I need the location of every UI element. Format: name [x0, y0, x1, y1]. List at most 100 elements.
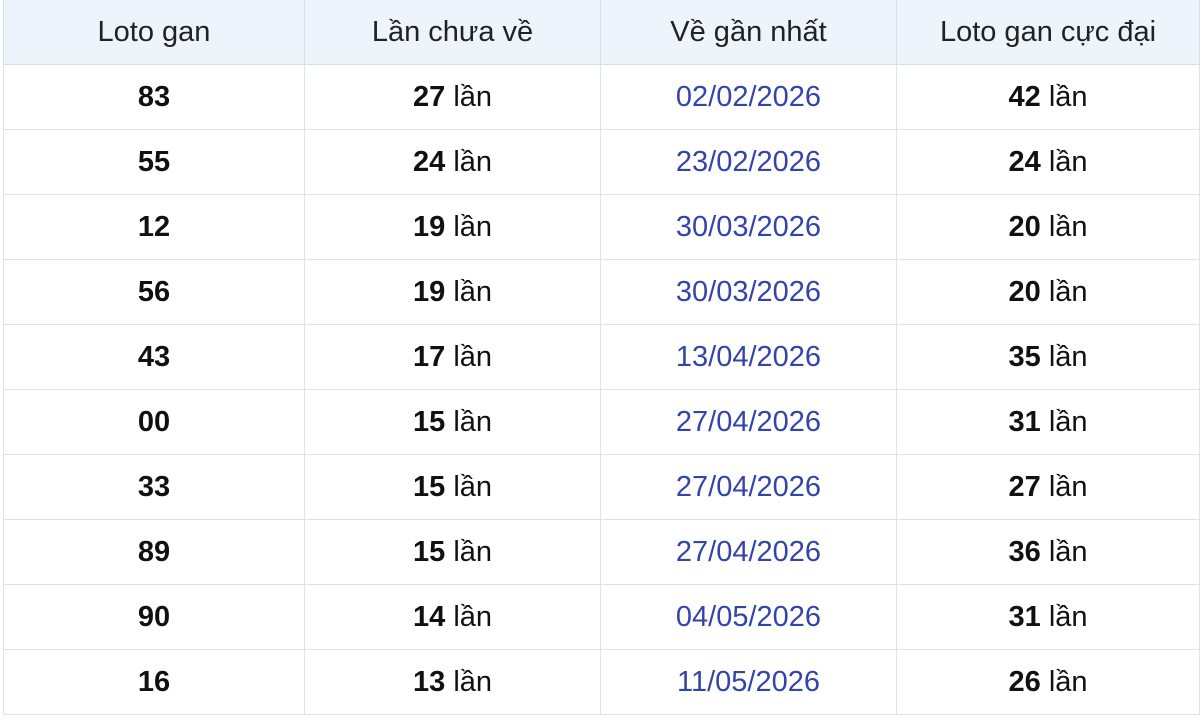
table-row: 00 15 lần 27/04/2026 31 lần: [3, 389, 1200, 455]
last-date-link[interactable]: 30/03/2026: [676, 211, 821, 243]
last-date-cell: 11/05/2026: [600, 649, 897, 715]
misses-count: 13: [412, 665, 446, 698]
last-date-cell: 04/05/2026: [600, 584, 897, 650]
last-date-link[interactable]: 02/02/2026: [676, 81, 821, 113]
last-date-link[interactable]: 27/04/2026: [676, 536, 821, 568]
misses-count: 27: [412, 80, 446, 113]
max-gap-unit: lần: [1048, 275, 1088, 308]
table-row: 43 17 lần 13/04/2026 35 lần: [3, 324, 1200, 390]
loto-number: 56: [137, 275, 171, 308]
misses-count: 19: [412, 275, 446, 308]
header-lan-chua-ve: Lần chưa về: [304, 0, 601, 65]
max-gap-cell: 42 lần: [896, 64, 1200, 130]
misses-unit: lần: [453, 600, 493, 633]
max-gap-cell: 31 lần: [896, 584, 1200, 650]
loto-number: 16: [137, 665, 171, 698]
misses-cell: 15 lần: [304, 389, 601, 455]
max-gap-count: 27: [1008, 470, 1041, 503]
last-date-link[interactable]: 27/04/2026: [676, 406, 821, 438]
max-gap-cell: 20 lần: [896, 259, 1200, 325]
header-loto-gan-cuc-dai: Loto gan cực đại: [896, 0, 1200, 65]
last-date-cell: 27/04/2026: [600, 389, 897, 455]
last-date-cell: 02/02/2026: [600, 64, 897, 130]
misses-unit: lần: [453, 275, 493, 308]
loto-number-cell: 55: [3, 129, 305, 195]
table-row: 83 27 lần 02/02/2026 42 lần: [3, 64, 1200, 130]
header-ve-gan-nhat: Về gần nhất: [600, 0, 897, 65]
last-date-link[interactable]: 04/05/2026: [676, 601, 821, 633]
table-header: Loto gan Lần chưa về Về gần nhất Loto ga…: [3, 0, 1200, 65]
misses-cell: 15 lần: [304, 519, 601, 585]
last-date-link[interactable]: 27/04/2026: [676, 471, 821, 503]
max-gap-cell: 35 lần: [896, 324, 1200, 390]
last-date-cell: 27/04/2026: [600, 519, 897, 585]
loto-number-cell: 00: [3, 389, 305, 455]
misses-cell: 27 lần: [304, 64, 601, 130]
max-gap-count: 36: [1008, 535, 1041, 568]
misses-count: 15: [412, 535, 446, 568]
misses-unit: lần: [453, 405, 493, 438]
misses-count: 15: [412, 470, 446, 503]
last-date-link[interactable]: 13/04/2026: [676, 341, 821, 373]
loto-number: 83: [137, 80, 171, 113]
table-row: 89 15 lần 27/04/2026 36 lần: [3, 519, 1200, 585]
max-gap-cell: 31 lần: [896, 389, 1200, 455]
loto-number: 55: [137, 145, 171, 178]
max-gap-unit: lần: [1048, 80, 1088, 113]
misses-unit: lần: [453, 340, 493, 373]
misses-cell: 19 lần: [304, 194, 601, 260]
loto-number: 00: [137, 405, 171, 438]
max-gap-count: 20: [1008, 210, 1041, 243]
max-gap-count: 24: [1008, 145, 1041, 178]
misses-unit: lần: [453, 470, 493, 503]
loto-number-cell: 89: [3, 519, 305, 585]
misses-count: 14: [412, 600, 446, 633]
last-date-cell: 13/04/2026: [600, 324, 897, 390]
misses-count: 15: [412, 405, 446, 438]
max-gap-unit: lần: [1048, 340, 1088, 373]
loto-gan-table: Loto gan Lần chưa về Về gần nhất Loto ga…: [3, 0, 1200, 715]
max-gap-cell: 36 lần: [896, 519, 1200, 585]
table-row: 12 19 lần 30/03/2026 20 lần: [3, 194, 1200, 260]
max-gap-count: 31: [1008, 405, 1041, 438]
loto-number-cell: 90: [3, 584, 305, 650]
max-gap-cell: 24 lần: [896, 129, 1200, 195]
misses-unit: lần: [453, 80, 493, 113]
table-row: 33 15 lần 27/04/2026 27 lần: [3, 454, 1200, 520]
loto-number: 12: [137, 210, 171, 243]
loto-number: 90: [137, 600, 171, 633]
misses-unit: lần: [453, 210, 493, 243]
misses-cell: 13 lần: [304, 649, 601, 715]
last-date-cell: 27/04/2026: [600, 454, 897, 520]
header-row: Loto gan Lần chưa về Về gần nhất Loto ga…: [3, 0, 1200, 65]
loto-number: 43: [137, 340, 171, 373]
loto-number-cell: 33: [3, 454, 305, 520]
loto-number: 89: [137, 535, 171, 568]
max-gap-unit: lần: [1048, 210, 1088, 243]
max-gap-count: 26: [1008, 665, 1041, 698]
loto-number: 33: [137, 470, 171, 503]
table-row: 56 19 lần 30/03/2026 20 lần: [3, 259, 1200, 325]
max-gap-unit: lần: [1048, 665, 1088, 698]
last-date-cell: 23/02/2026: [600, 129, 897, 195]
last-date-link[interactable]: 23/02/2026: [676, 146, 821, 178]
max-gap-count: 31: [1008, 600, 1041, 633]
misses-cell: 19 lần: [304, 259, 601, 325]
table-row: 90 14 lần 04/05/2026 31 lần: [3, 584, 1200, 650]
max-gap-cell: 26 lần: [896, 649, 1200, 715]
max-gap-unit: lần: [1048, 145, 1088, 178]
misses-count: 17: [412, 340, 446, 373]
last-date-link[interactable]: 11/05/2026: [677, 666, 820, 698]
misses-unit: lần: [453, 145, 493, 178]
last-date-link[interactable]: 30/03/2026: [676, 276, 821, 308]
table-row: 55 24 lần 23/02/2026 24 lần: [3, 129, 1200, 195]
loto-number-cell: 43: [3, 324, 305, 390]
loto-number-cell: 83: [3, 64, 305, 130]
table-row: 16 13 lần 11/05/2026 26 lần: [3, 649, 1200, 715]
misses-count: 19: [412, 210, 446, 243]
loto-number-cell: 12: [3, 194, 305, 260]
loto-number-cell: 56: [3, 259, 305, 325]
header-loto-gan: Loto gan: [3, 0, 305, 65]
loto-number-cell: 16: [3, 649, 305, 715]
max-gap-unit: lần: [1048, 470, 1088, 503]
